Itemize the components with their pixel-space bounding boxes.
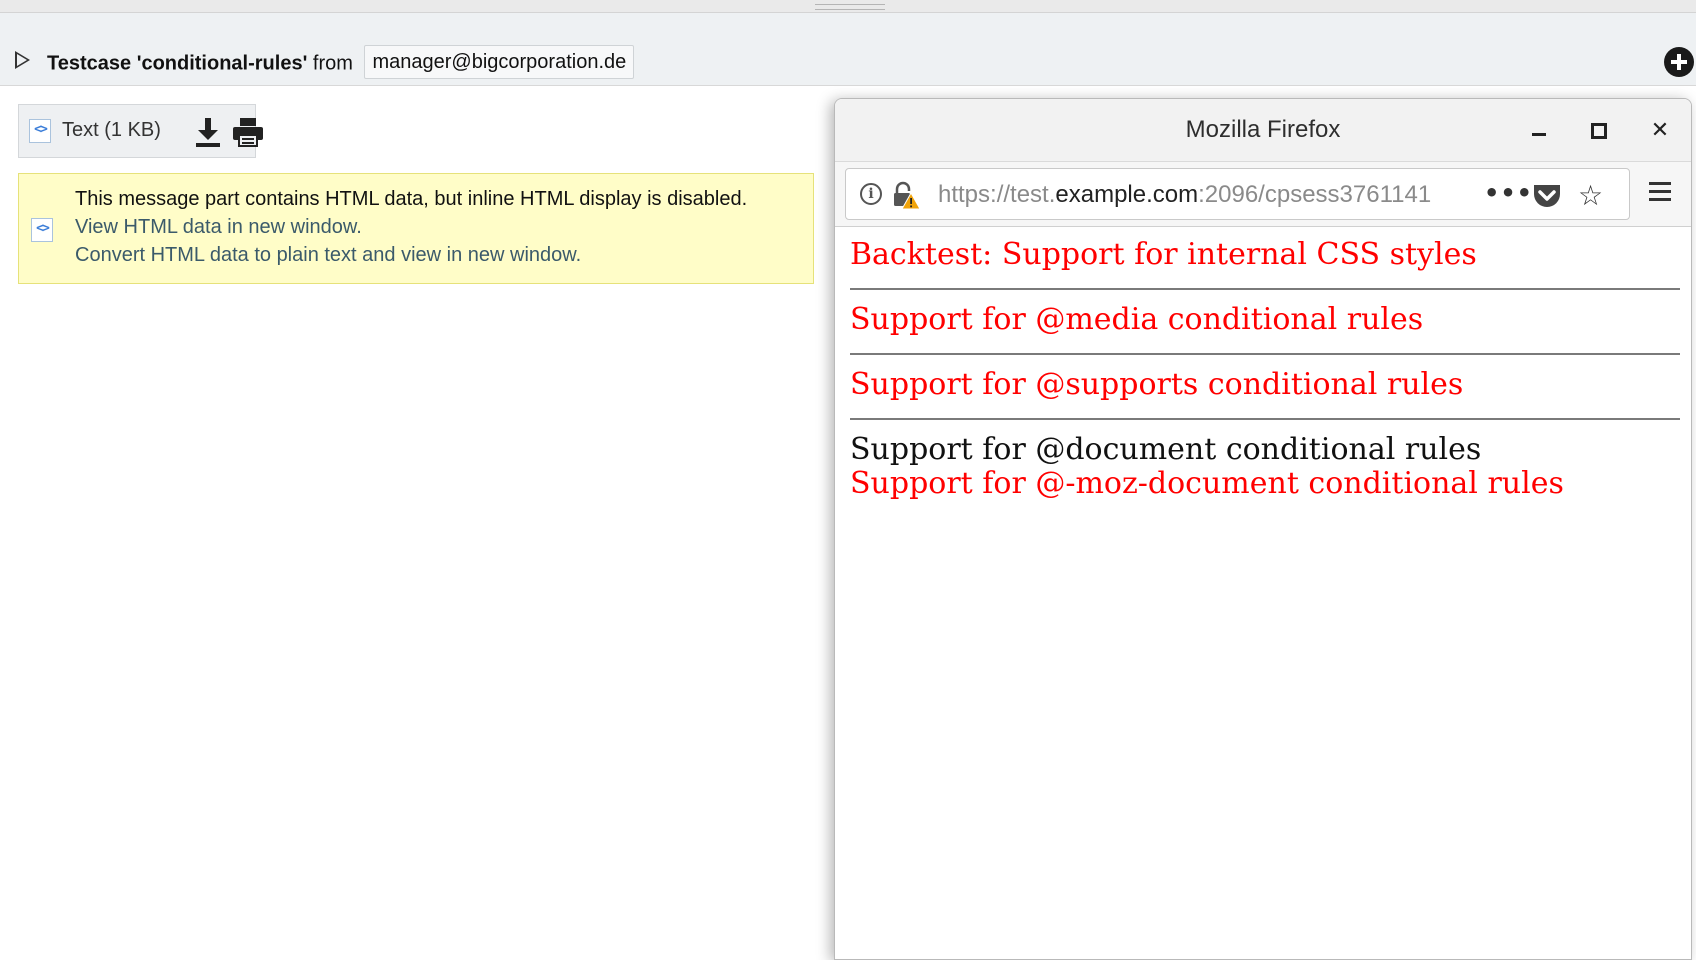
attachment-label[interactable]: Text (1 KB) — [62, 119, 161, 142]
convert-html-link[interactable]: Convert HTML data to plain text and view… — [75, 244, 581, 267]
url-prefix: https://test. — [938, 181, 1056, 208]
message-header: Testcase 'conditional-rules' from manage… — [0, 13, 1696, 86]
hamburger-menu-icon[interactable] — [1649, 182, 1671, 204]
message-subject: Testcase 'conditional-rules' — [47, 52, 308, 75]
star-icon[interactable]: ☆ — [1578, 179, 1603, 212]
splitter-grip[interactable] — [815, 4, 885, 10]
more-actions-icon[interactable]: ••• — [1484, 179, 1533, 207]
download-icon[interactable] — [193, 116, 223, 148]
view-html-link[interactable]: View HTML data in new window. — [75, 216, 362, 239]
printer-icon[interactable] — [231, 116, 265, 148]
notice-message: This message part contains HTML data, bu… — [75, 188, 748, 210]
attachment-chip[interactable]: Text (1 KB) — [18, 104, 263, 158]
navigation-toolbar: i https://test.example.com:2096/cpsess37… — [835, 162, 1691, 227]
insecure-lock-icon[interactable] — [892, 180, 920, 210]
sender-address[interactable]: manager@bigcorporation.de — [364, 45, 635, 79]
triangle-right-icon[interactable] — [15, 51, 30, 69]
info-icon[interactable]: i — [860, 183, 882, 205]
horizontal-rule — [850, 418, 1680, 420]
close-icon[interactable]: ✕ — [1647, 118, 1673, 144]
maximize-icon[interactable] — [1591, 123, 1607, 139]
content-line: Support for @media conditional rules — [850, 302, 1424, 337]
pane-splitter[interactable] — [0, 0, 1696, 13]
content-line: Backtest: Support for internal CSS style… — [850, 237, 1477, 272]
url-bar[interactable]: i https://test.example.com:2096/cpsess37… — [845, 168, 1630, 220]
content-line: Support for @document conditional rules — [850, 432, 1482, 467]
content-line: Support for @-moz-document conditional r… — [850, 466, 1564, 501]
window-titlebar[interactable]: Mozilla Firefox ✕ — [835, 99, 1691, 162]
html-code-icon — [29, 119, 51, 143]
horizontal-rule — [850, 353, 1680, 355]
pocket-icon[interactable] — [1532, 182, 1562, 210]
html-disabled-notice: This message part contains HTML data, bu… — [18, 173, 814, 284]
url-text[interactable]: https://test.example.com:2096/cpsess3761… — [938, 181, 1458, 209]
content-line: Support for @supports conditional rules — [850, 367, 1464, 402]
firefox-window: Mozilla Firefox ✕ i https://test.example… — [834, 98, 1692, 960]
url-host: example.com — [1055, 181, 1199, 208]
url-fade — [1426, 175, 1466, 213]
subject-line: Testcase 'conditional-rules' from manage… — [47, 45, 635, 81]
page-content: Backtest: Support for internal CSS style… — [835, 227, 1691, 959]
html-code-icon — [31, 218, 53, 242]
horizontal-rule — [850, 288, 1680, 290]
window-title: Mozilla Firefox — [1185, 116, 1341, 143]
from-label: from — [312, 52, 353, 75]
minimize-icon[interactable] — [1532, 133, 1546, 136]
plus-circle-icon[interactable] — [1664, 47, 1694, 77]
url-suffix: :2096/cpsess3761141 — [1198, 181, 1432, 208]
